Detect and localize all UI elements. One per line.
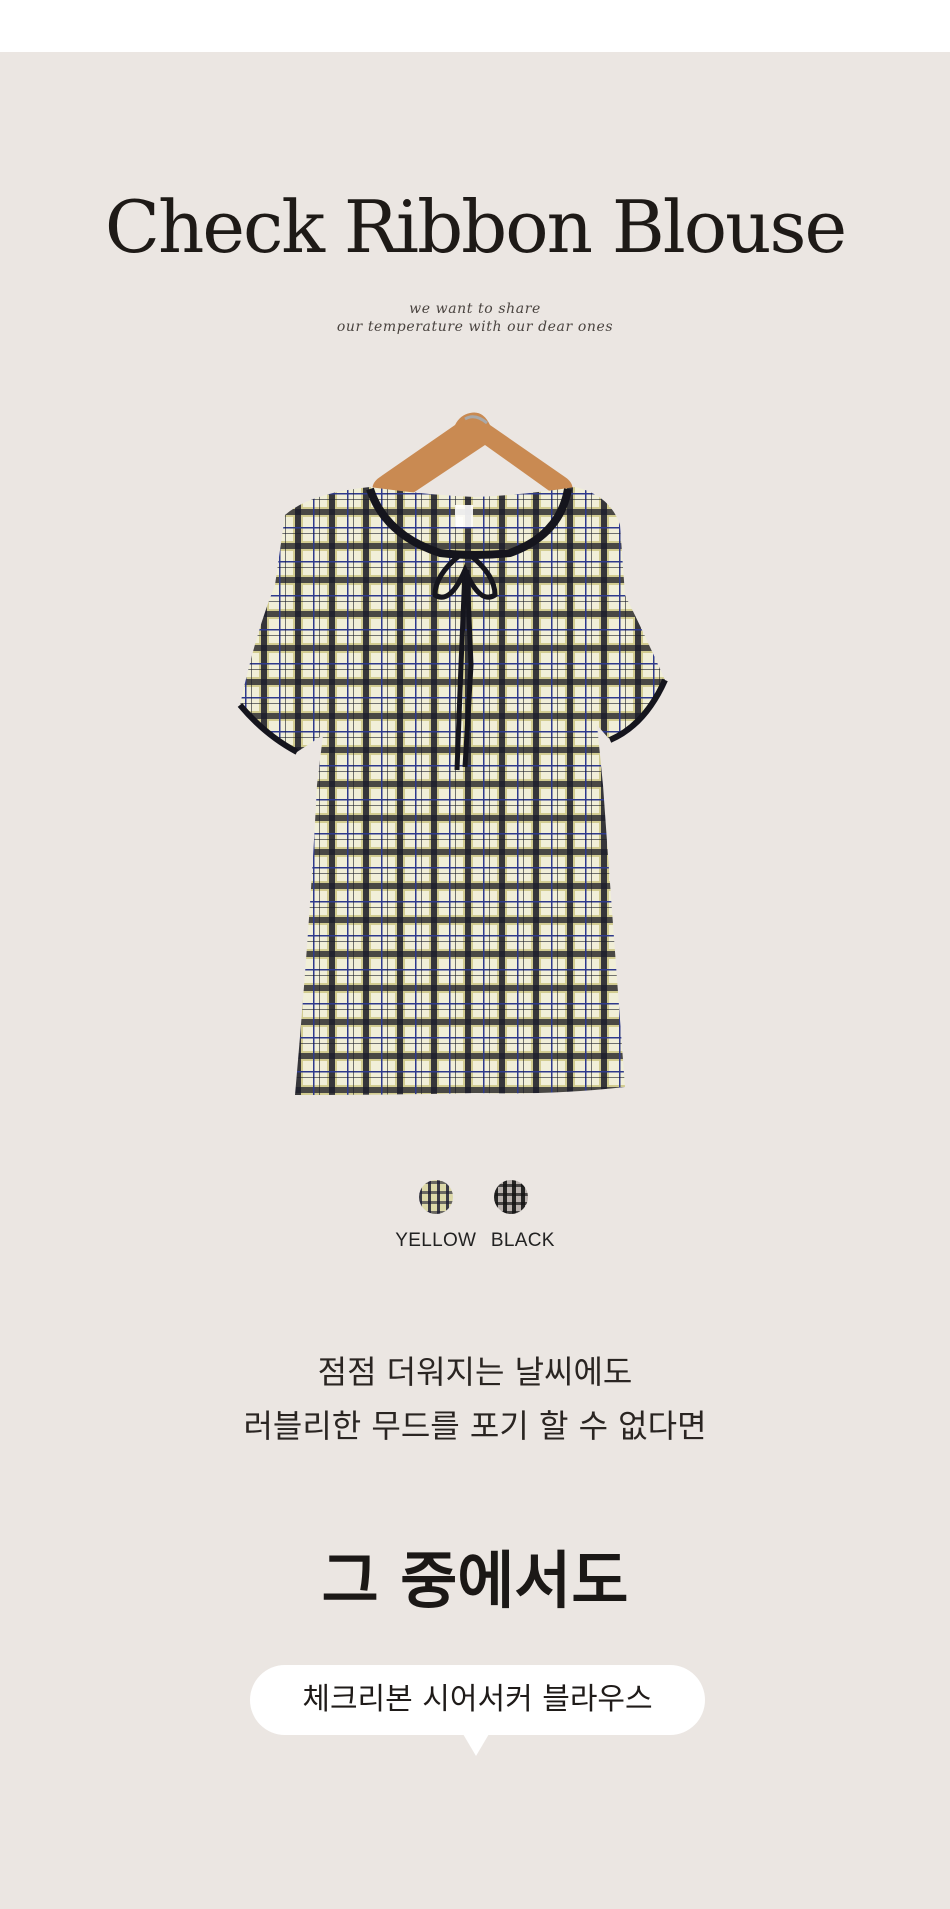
- tagline-line-2: our temperature with our dear ones: [336, 319, 614, 335]
- intro-line-2: 러블리한 무드를 포기 할 수 없다면: [243, 1407, 707, 1445]
- speech-bubble-tail-icon: [463, 1734, 489, 1756]
- product-title: Check Ribbon Blouse: [104, 185, 847, 269]
- yellow-plaid-swatch-icon[interactable]: [419, 1180, 453, 1214]
- tagline-line-1: we want to share: [409, 301, 541, 317]
- black-plaid-swatch-icon[interactable]: [494, 1180, 528, 1214]
- tagline: we want to share our temperature with ou…: [0, 300, 950, 336]
- intro-copy: 점점 더워지는 날씨에도 러블리한 무드를 포기 할 수 없다면: [0, 1345, 950, 1453]
- product-name-bubble: 체크리본 시어서커 블라우스: [250, 1665, 705, 1735]
- plaid-blouse-on-hanger-icon: [237, 412, 668, 1095]
- color-label-yellow: YELLOW: [395, 1230, 477, 1251]
- color-label-black: BLACK: [490, 1230, 555, 1251]
- color-labels: YELLOW BLACK: [0, 1230, 950, 1252]
- product-detail-page: Check Ribbon Blouse we want to share our…: [0, 0, 950, 1909]
- intro-line-1: 점점 더워지는 날씨에도: [317, 1353, 633, 1391]
- section-headline: 그 중에서도: [321, 1544, 629, 1617]
